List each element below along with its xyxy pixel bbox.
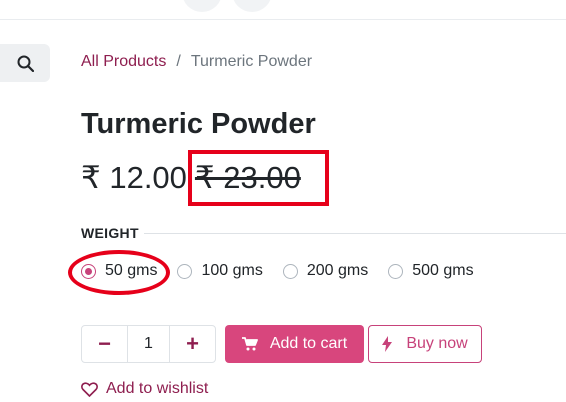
radio[interactable] bbox=[388, 263, 404, 279]
option-label: 500 gms bbox=[412, 262, 474, 279]
nav-icon-button[interactable] bbox=[182, 0, 222, 12]
search-button[interactable] bbox=[0, 44, 50, 82]
weight-option-100[interactable]: 100 gms bbox=[177, 262, 263, 280]
breadcrumb: All Products / Turmeric Powder bbox=[81, 53, 312, 71]
weight-option-500[interactable]: 500 gms bbox=[388, 262, 474, 280]
attribute-label: WEIGHT bbox=[81, 225, 139, 241]
quantity-stepper: − 1 + bbox=[81, 325, 216, 363]
buy-now-button[interactable]: Buy now bbox=[368, 325, 482, 363]
breadcrumb-separator: / bbox=[176, 53, 181, 70]
radio[interactable] bbox=[177, 263, 193, 279]
product-title: Turmeric Powder bbox=[81, 108, 316, 140]
annotation-circle bbox=[68, 250, 170, 295]
add-to-wishlist-link[interactable]: Add to wishlist bbox=[81, 380, 208, 398]
top-navbar bbox=[0, 0, 566, 20]
wishlist-label: Add to wishlist bbox=[106, 380, 209, 397]
product-price: ₹ 12.00 bbox=[81, 160, 187, 195]
divider bbox=[144, 233, 566, 234]
nav-icon-button[interactable] bbox=[232, 0, 272, 12]
radio[interactable] bbox=[282, 263, 298, 279]
heart-icon bbox=[81, 381, 98, 397]
search-icon bbox=[17, 55, 34, 72]
decrease-quantity-button[interactable]: − bbox=[82, 326, 127, 362]
buy-now-label: Buy now bbox=[406, 335, 468, 352]
add-to-cart-label: Add to cart bbox=[269, 335, 348, 352]
annotation-box bbox=[188, 150, 329, 206]
add-to-cart-button[interactable]: Add to cart bbox=[225, 325, 364, 363]
option-label: 100 gms bbox=[201, 262, 263, 279]
weight-option-200[interactable]: 200 gms bbox=[282, 262, 369, 280]
breadcrumb-link-all-products[interactable]: All Products bbox=[81, 53, 166, 71]
increase-quantity-button[interactable]: + bbox=[170, 326, 215, 362]
cart-icon bbox=[241, 337, 258, 351]
quantity-input[interactable]: 1 bbox=[127, 326, 170, 362]
breadcrumb-current: Turmeric Powder bbox=[190, 53, 313, 70]
option-label: 200 gms bbox=[306, 262, 369, 279]
bolt-icon bbox=[382, 336, 393, 352]
